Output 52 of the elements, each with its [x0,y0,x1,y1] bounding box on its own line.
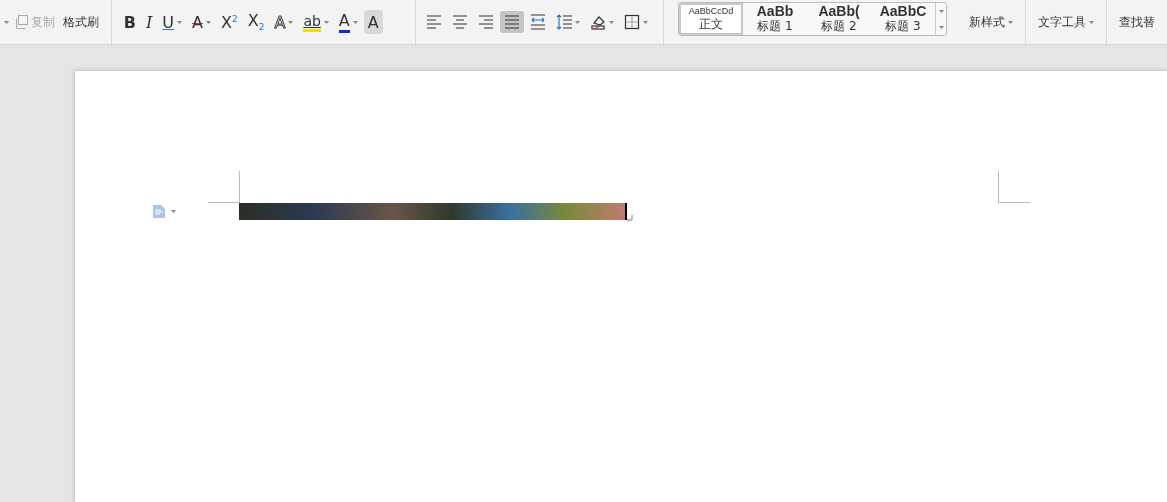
justify-icon [504,14,521,30]
caret-icon [177,20,183,24]
bold-button[interactable]: B [119,10,140,34]
style-preview: AaBb( [818,4,860,18]
italic-button[interactable]: I [142,10,157,34]
style-name: 标题 2 [821,19,857,35]
caret-icon [1008,20,1013,24]
style-option[interactable]: AaBbCcDd 正文 [679,3,743,35]
style-name: 标题 3 [885,18,921,35]
caret-icon [609,20,615,24]
script-button[interactable]: X$_{2}$ [243,10,269,34]
find-replace-button[interactable]: 查找替 [1111,0,1163,44]
margin-corner-mark [208,171,240,203]
style-option[interactable]: AaBb 标题 1 [743,3,807,35]
style-preview: AaBbCcDd [688,6,734,16]
text-tools-button[interactable]: 文字工具 [1030,0,1102,44]
caret-icon [4,20,9,24]
style-preview: AaBbC [879,4,927,18]
shading-icon [590,14,607,30]
align-center-icon [452,14,469,30]
style-preview: AaBb [756,4,794,18]
caret-icon [938,25,944,29]
caret-icon [352,20,358,24]
new-style-button[interactable]: 新样式 [961,0,1021,44]
justify-button[interactable] [500,11,525,33]
align-left-icon [426,14,443,30]
style-option[interactable]: AaBbC 标题 3 [871,3,935,35]
paragraph-mark-icon [627,215,633,223]
distributed-align-icon [530,14,547,30]
align-right-icon [478,14,495,30]
caret-icon [206,20,211,24]
caret-icon [171,210,176,213]
caret-icon [1089,20,1094,24]
caret-icon [643,20,649,24]
caret-icon [575,20,581,24]
borders-icon [624,14,641,30]
document-icon[interactable] [153,205,165,218]
color-button[interactable]: A [334,10,362,34]
line-spacing-icon [556,14,573,30]
format-painter-button[interactable]: 格式刷 [60,11,102,33]
style-name: 正文 [699,16,723,33]
underline-button[interactable]: U [158,10,187,34]
script-button[interactable]: X$^{2}$ [217,10,242,34]
copy-icon [14,15,28,29]
caret-icon [323,20,329,24]
style-option[interactable]: AaBb( 标题 2 [807,3,871,35]
style-name: 标题 1 [757,18,793,35]
margin-corner-mark [998,171,1030,203]
caret-icon [288,20,294,24]
shade-button[interactable]: A [363,10,383,34]
caret-icon [938,9,944,13]
highlight-button[interactable]: ab [299,10,333,34]
